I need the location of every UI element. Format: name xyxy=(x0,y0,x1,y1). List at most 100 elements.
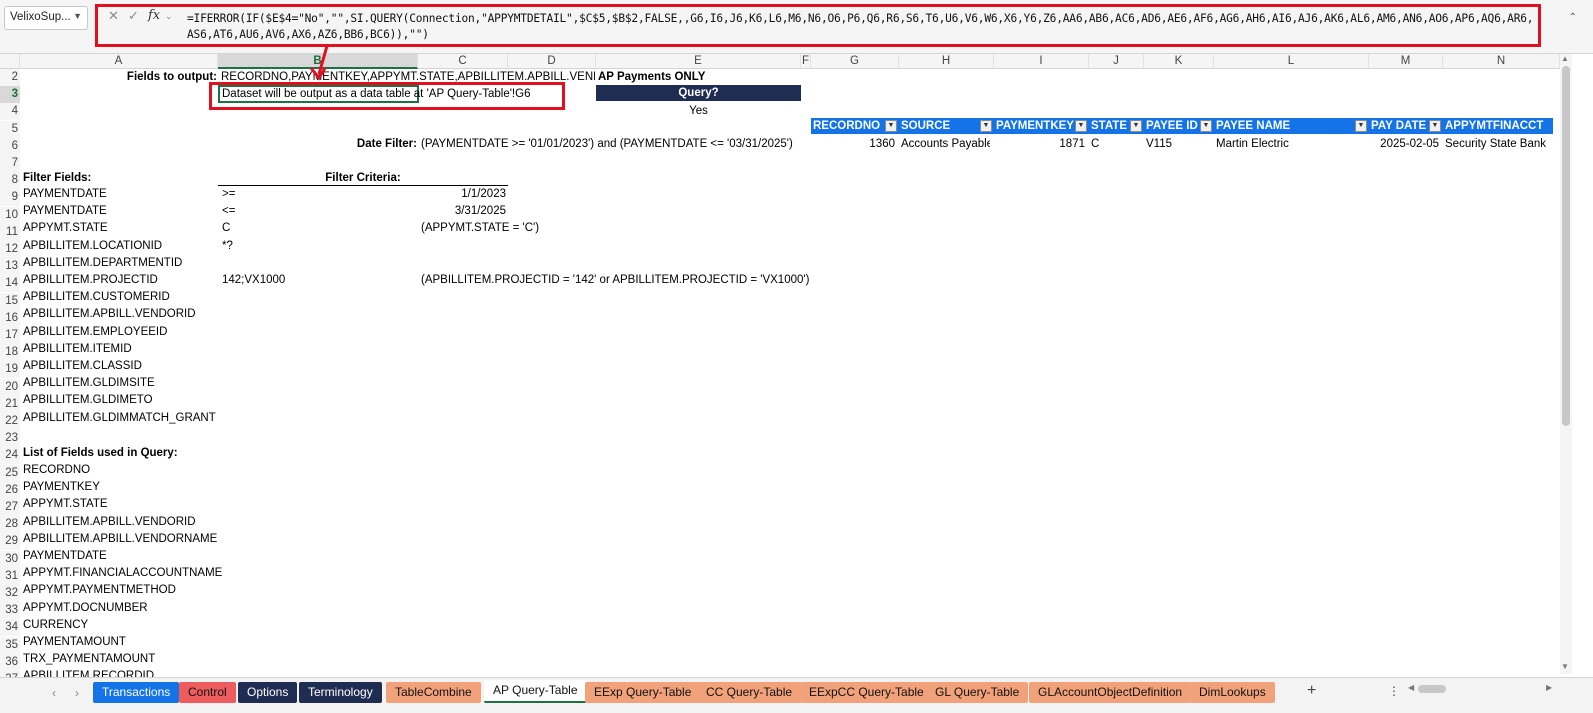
table-header-cell[interactable]: RECORDNO ▼ xyxy=(811,118,899,134)
filter-value[interactable] xyxy=(420,289,506,306)
filter-value[interactable] xyxy=(420,375,506,392)
vertical-scrollbar[interactable]: ▲ ▼ xyxy=(1560,54,1572,674)
row-header[interactable]: 32 xyxy=(0,585,20,602)
row-header[interactable]: 3 xyxy=(0,86,20,104)
filter-operator[interactable]: <= xyxy=(222,203,235,220)
table-header-cell[interactable]: PAY DATE ▼ xyxy=(1369,118,1443,134)
name-box[interactable]: VelixoSup... ▼ xyxy=(4,6,88,30)
table-cell[interactable]: 2025-02-05 xyxy=(1371,136,1439,153)
table-header-cell[interactable]: PAYMENTKEY ▼ xyxy=(994,118,1089,134)
row-header[interactable]: 28 xyxy=(0,516,20,534)
row-header[interactable]: 10 xyxy=(0,206,20,224)
row-header[interactable]: 12 xyxy=(0,241,20,258)
table-cell[interactable]: V115 xyxy=(1146,136,1210,153)
filter-dropdown-icon[interactable]: ▼ xyxy=(1200,120,1212,132)
filter-value[interactable] xyxy=(420,410,506,427)
row-header[interactable]: 26 xyxy=(0,481,20,499)
filter-operator[interactable]: *? xyxy=(222,238,233,255)
table-header-cell[interactable]: SOURCE ▼ xyxy=(899,118,994,134)
row-header[interactable]: 21 xyxy=(0,395,20,413)
more-options-icon[interactable]: ⋮ xyxy=(1388,684,1400,698)
scroll-up-icon[interactable]: ▲ xyxy=(1561,54,1569,63)
row-header[interactable]: 7 xyxy=(0,155,20,172)
row-header[interactable]: 35 xyxy=(0,636,20,654)
formula-input[interactable]: =IFERROR(IF($E$4="No","",SI.QUERY(Connec… xyxy=(187,11,1537,43)
table-header-cell[interactable]: STATE ▼ xyxy=(1089,118,1144,134)
row-header[interactable]: 16 xyxy=(0,309,20,327)
table-cell[interactable]: 1871 xyxy=(996,136,1085,153)
filter-dropdown-icon[interactable]: ▼ xyxy=(980,120,992,132)
filter-dropdown-icon[interactable]: ▼ xyxy=(885,120,897,132)
column-header-m[interactable]: M xyxy=(1369,54,1443,69)
filter-value[interactable] xyxy=(420,341,506,358)
row-header[interactable]: 4 xyxy=(0,103,20,121)
insert-function-icon[interactable]: fx xyxy=(148,8,160,23)
query-value[interactable]: Yes xyxy=(596,103,801,120)
sheet-tab[interactable]: Control xyxy=(179,682,236,703)
collapse-formula-bar-icon[interactable]: ⌃ xyxy=(1569,12,1577,23)
row-header[interactable]: 29 xyxy=(0,533,20,551)
add-sheet-icon[interactable]: + xyxy=(1307,682,1316,700)
filter-dropdown-icon[interactable]: ▼ xyxy=(1075,120,1087,132)
next-sheet-icon[interactable]: › xyxy=(75,686,79,700)
scroll-right-icon[interactable]: ▶ xyxy=(1546,683,1552,692)
column-header-g[interactable]: G xyxy=(811,54,899,69)
column-header-j[interactable]: J xyxy=(1089,54,1144,69)
column-header-n[interactable]: N xyxy=(1443,54,1560,69)
filter-value[interactable] xyxy=(420,324,506,341)
table-cell[interactable]: C xyxy=(1091,136,1140,153)
row-header[interactable]: 24 xyxy=(0,447,20,465)
column-header-i[interactable]: I xyxy=(994,54,1089,69)
row-header[interactable]: 20 xyxy=(0,378,20,396)
row-header[interactable]: 11 xyxy=(0,223,20,241)
horizontal-scrollbar[interactable]: ◀ ▶ xyxy=(1408,683,1558,695)
prev-sheet-icon[interactable]: ‹ xyxy=(52,686,56,700)
sheet-tab[interactable]: Terminology xyxy=(299,682,382,703)
sheet-tab[interactable]: AP Query-Table xyxy=(484,680,587,703)
sheet-tab[interactable]: Options xyxy=(238,682,298,703)
row-header[interactable]: 15 xyxy=(0,292,20,310)
scroll-down-icon[interactable]: ▼ xyxy=(1561,662,1569,671)
sheet-tab[interactable]: Transactions xyxy=(93,682,180,703)
row-header[interactable]: 17 xyxy=(0,327,20,344)
row-header[interactable]: 22 xyxy=(0,413,20,430)
row-header[interactable]: 5 xyxy=(0,120,20,138)
column-header-a[interactable]: A xyxy=(20,54,218,69)
sheet-tab[interactable]: GL Query-Table xyxy=(926,682,1029,703)
row-header[interactable]: 9 xyxy=(0,189,20,207)
table-cell[interactable]: 1360 xyxy=(813,136,895,153)
row-header[interactable]: 33 xyxy=(0,602,20,620)
row-header[interactable]: 36 xyxy=(0,653,20,671)
table-header-cell[interactable]: PAYEE ID ▼ xyxy=(1144,118,1214,134)
row-header[interactable]: 8 xyxy=(0,172,20,190)
row-header[interactable]: 27 xyxy=(0,499,20,516)
row-header[interactable]: 13 xyxy=(0,258,20,276)
column-header-h[interactable]: H xyxy=(899,54,994,69)
sheet-tab[interactable]: GLAccountObjectDefinition xyxy=(1029,682,1192,703)
horizontal-scroll-thumb[interactable] xyxy=(1418,685,1446,693)
row-header[interactable]: 18 xyxy=(0,344,20,362)
select-all-corner[interactable] xyxy=(0,54,20,69)
chevron-down-icon[interactable]: ⌄ xyxy=(165,11,173,22)
sheet-tab[interactable]: TableCombine xyxy=(386,682,481,703)
row-header[interactable]: 2 xyxy=(0,69,20,86)
row-header[interactable]: 6 xyxy=(0,137,20,155)
chevron-down-icon[interactable]: ▼ xyxy=(73,11,82,21)
table-cell[interactable]: Accounts Payable xyxy=(901,136,990,153)
cancel-icon[interactable]: ✕ xyxy=(108,8,119,24)
filter-dropdown-icon[interactable]: ▼ xyxy=(1130,120,1142,132)
sheet-tab[interactable]: EExpCC Query-Table xyxy=(800,682,933,703)
filter-dropdown-icon[interactable]: ▼ xyxy=(1429,120,1441,132)
column-header-l[interactable]: L xyxy=(1214,54,1369,69)
row-header[interactable]: 31 xyxy=(0,567,20,585)
column-header-d[interactable]: D xyxy=(508,54,596,69)
filter-value[interactable]: 1/1/2023 xyxy=(420,186,506,203)
vertical-scroll-thumb[interactable] xyxy=(1562,66,1570,426)
row-header[interactable]: 30 xyxy=(0,550,20,568)
row-header[interactable]: 25 xyxy=(0,464,20,482)
table-cell[interactable]: Security State Bank - C xyxy=(1445,136,1549,153)
scroll-left-icon[interactable]: ◀ xyxy=(1408,683,1414,692)
filter-value[interactable]: 3/31/2025 xyxy=(420,203,506,220)
table-header-cell[interactable]: APPYMTFINACCT xyxy=(1443,118,1553,134)
filter-operator[interactable]: C xyxy=(222,220,230,237)
